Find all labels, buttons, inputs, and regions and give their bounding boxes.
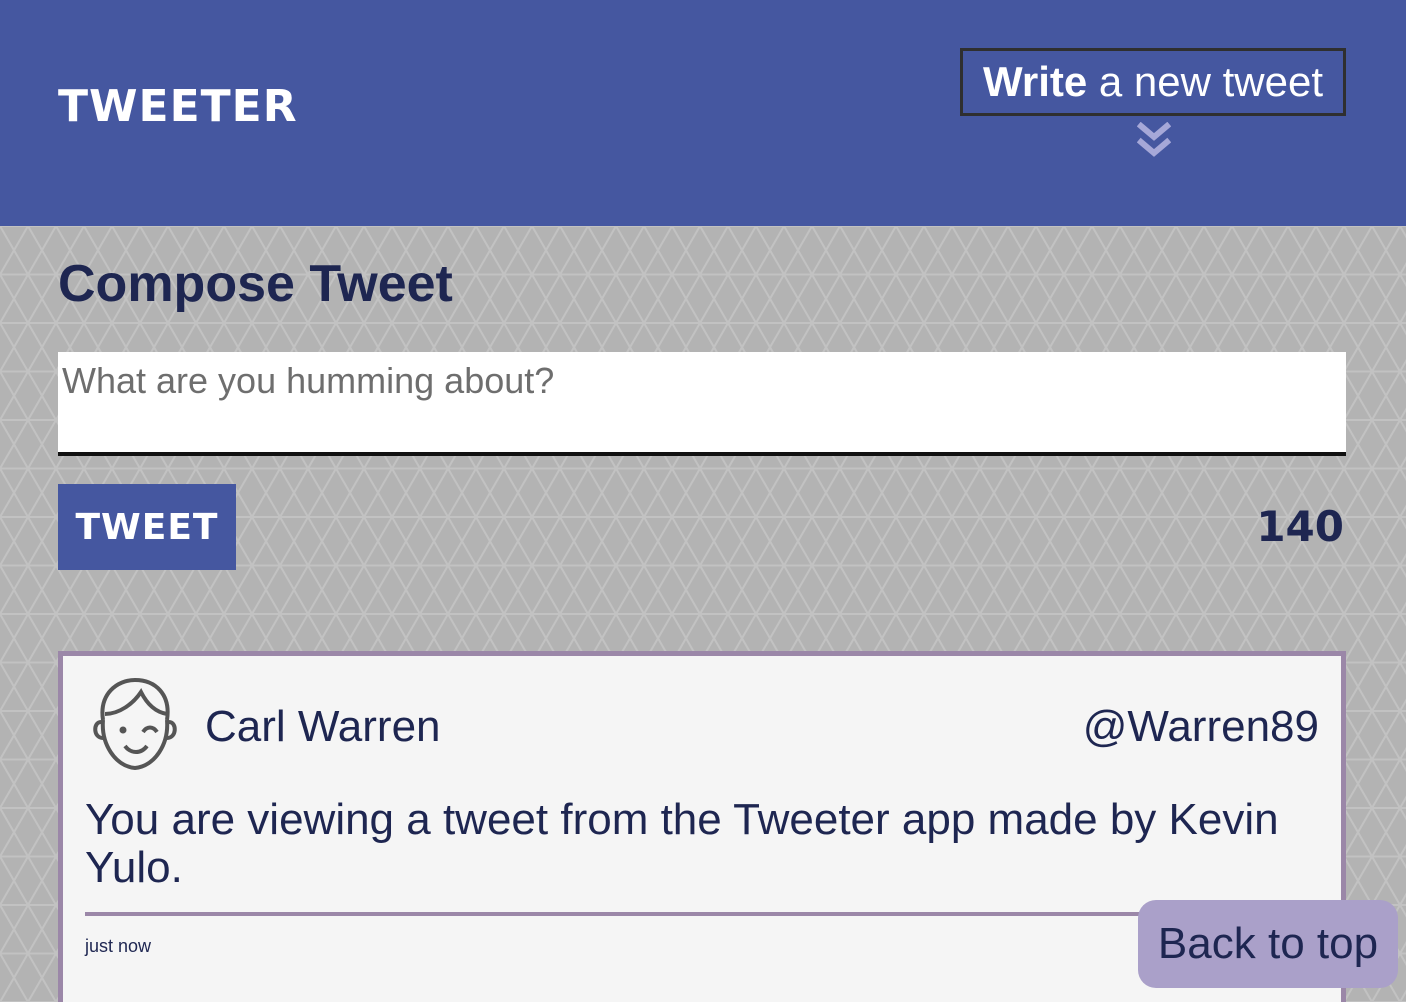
app-logo[interactable]: TWEETER (58, 82, 298, 132)
write-rest-label: a new tweet (1087, 58, 1324, 105)
author-handle: @Warren89 (1082, 702, 1319, 751)
write-bold-label: Write (982, 58, 1088, 105)
character-counter: 140 (1256, 502, 1344, 551)
back-to-top-button[interactable]: Back to top (1138, 900, 1398, 988)
tweet-text: You are viewing a tweet from the Tweeter… (85, 795, 1279, 892)
main-content: Compose Tweet TWEET 140 Carl Warren @War… (0, 226, 1406, 1002)
face-avatar-icon (93, 677, 177, 771)
tweet-button[interactable]: TWEET (58, 484, 236, 570)
tweet-timestamp: just now (85, 936, 152, 956)
compose-title: Compose Tweet (58, 255, 453, 313)
navbar: TWEETER Write a new tweet (0, 0, 1406, 226)
write-new-tweet-button[interactable]: Write a new tweet (960, 48, 1346, 116)
double-chevron-down-icon[interactable] (1137, 122, 1171, 160)
author-name: Carl Warren (205, 702, 441, 751)
tweet-textarea[interactable] (58, 352, 1346, 456)
